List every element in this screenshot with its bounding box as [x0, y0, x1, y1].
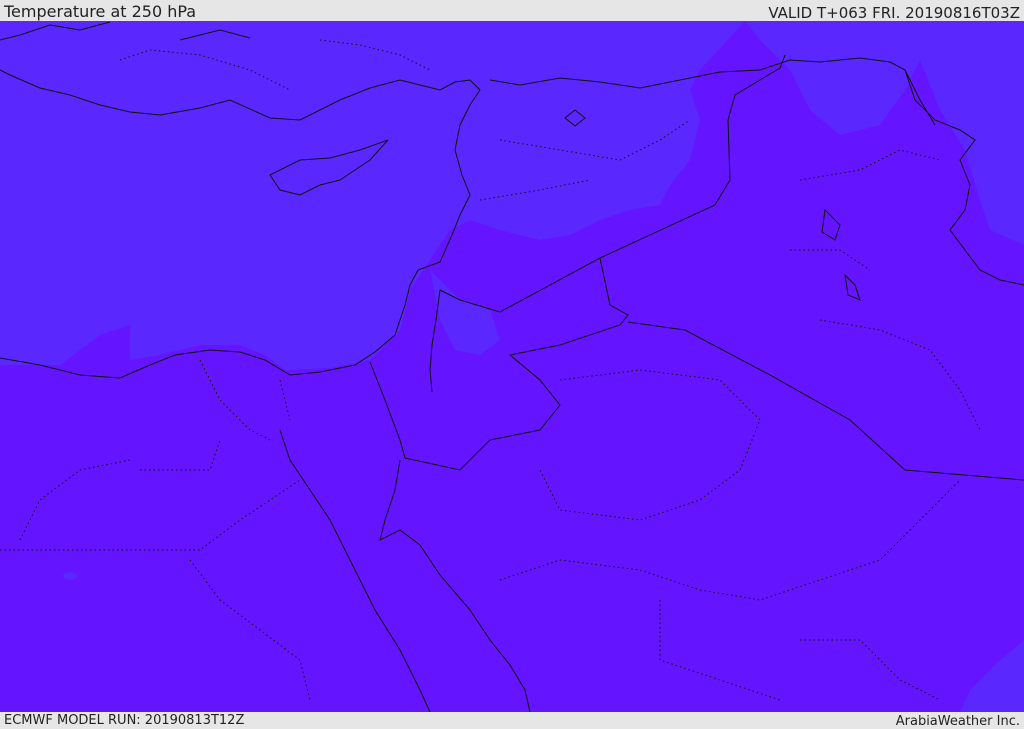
footer-bar: ECMWF MODEL RUN: 20190813T12Z ArabiaWeat…	[0, 712, 1024, 729]
header-bar: Temperature at 250 hPa VALID T+063 FRI. …	[0, 0, 1024, 21]
credit-label: ArabiaWeather Inc.	[895, 714, 1020, 729]
cool-spot	[63, 572, 77, 580]
valid-time: VALID T+063 FRI. 20190816T03Z	[768, 4, 1020, 22]
map-title: Temperature at 250 hPa	[4, 2, 197, 21]
model-run-label: ECMWF MODEL RUN: 20190813T12Z	[4, 713, 245, 728]
weather-map	[0, 21, 1024, 712]
